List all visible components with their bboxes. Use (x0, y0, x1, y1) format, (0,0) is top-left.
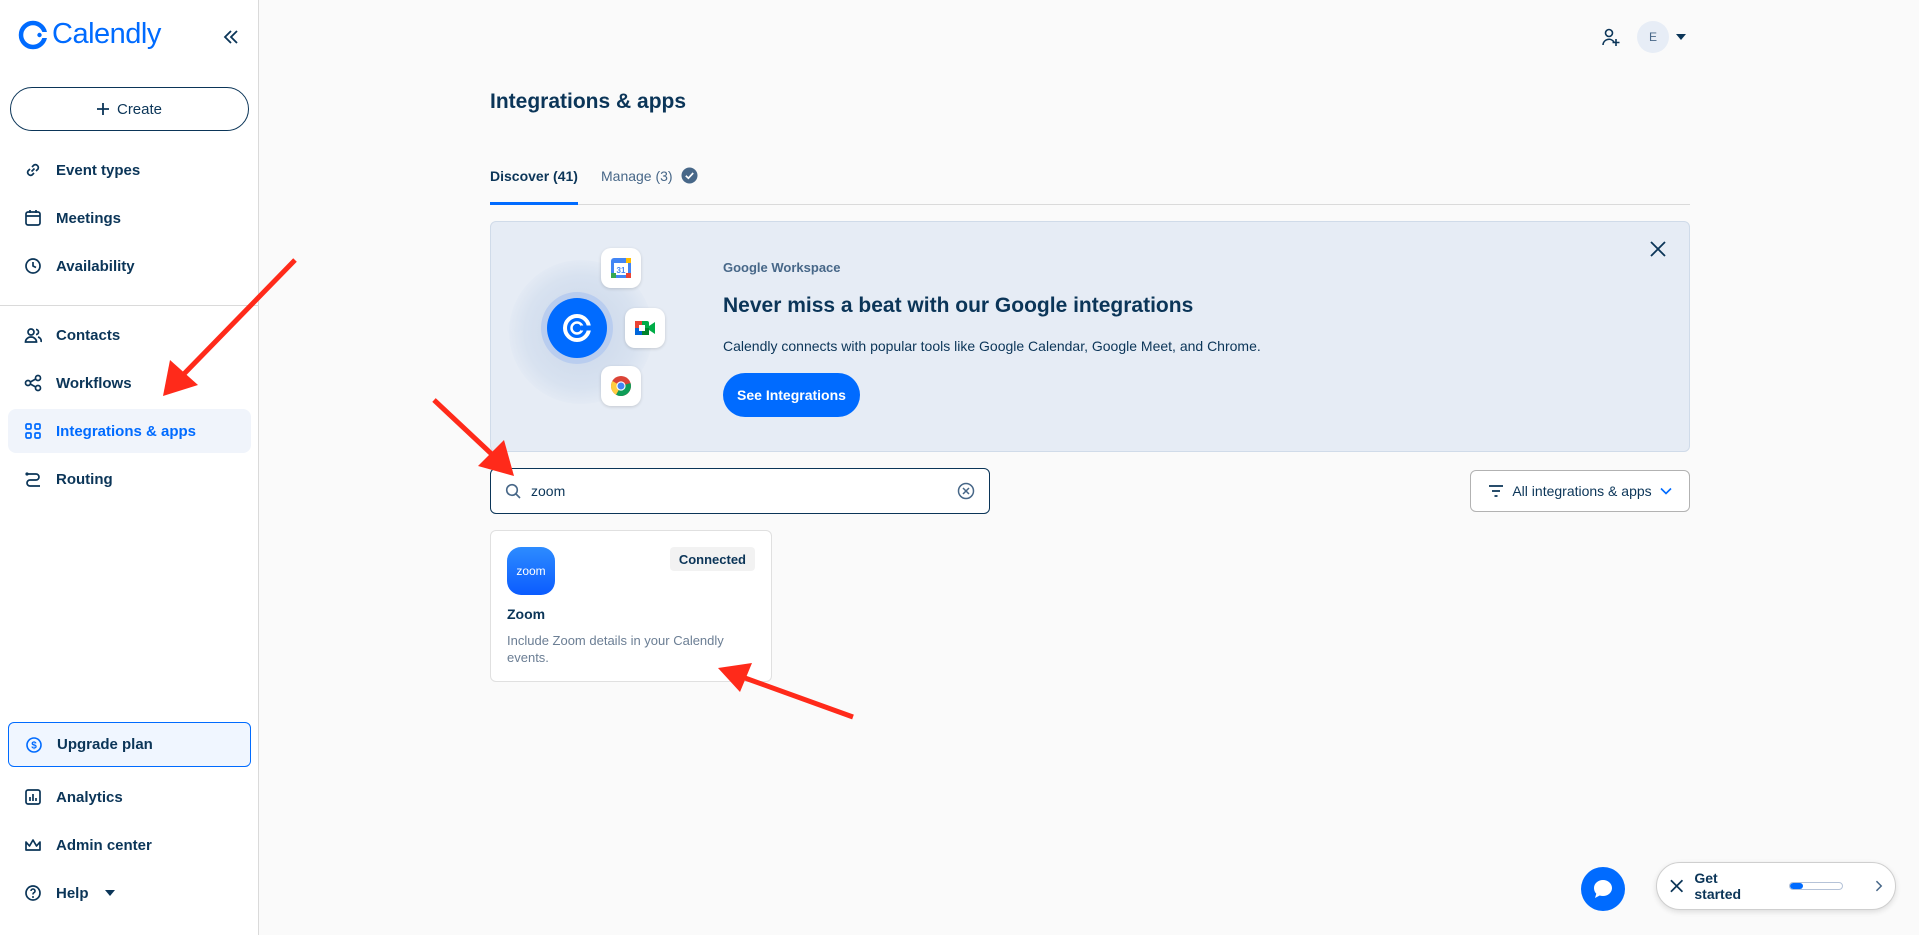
sidebar-item-label: Event types (56, 161, 141, 179)
tab-manage[interactable]: Manage (3) (601, 167, 698, 205)
chart-icon (25, 789, 41, 805)
see-integrations-button[interactable]: See Integrations (723, 373, 860, 417)
integrations-filter-dropdown[interactable]: All integrations & apps (1470, 470, 1690, 512)
close-banner-button[interactable] (1645, 236, 1671, 262)
chrome-icon (601, 366, 641, 406)
search-input[interactable] (531, 483, 947, 499)
banner-eyebrow: Google Workspace (723, 260, 841, 275)
sidebar-item-event-types[interactable]: Event types (8, 148, 251, 192)
calendly-app-icon (547, 298, 607, 358)
chevron-down-icon (1660, 487, 1672, 495)
sidebar: Calendly Create Event types Meetings Ava… (0, 0, 259, 935)
sidebar-item-label: Integrations & apps (56, 422, 197, 440)
upgrade-plan-label: Upgrade plan (57, 736, 153, 753)
integration-description: Include Zoom details in your Calendly ev… (507, 633, 724, 665)
integration-name: Zoom (507, 606, 546, 622)
sidebar-item-integrations[interactable]: Integrations & apps (8, 409, 251, 453)
sidebar-item-label: Workflows (56, 374, 132, 392)
sidebar-item-label: Contacts (56, 326, 121, 344)
sidebar-item-workflows[interactable]: Workflows (8, 361, 251, 405)
contacts-icon (24, 328, 42, 343)
tab-label: Manage (3) (601, 168, 673, 184)
workflow-icon (24, 374, 42, 392)
get-started-label: Get started (1694, 870, 1742, 902)
filter-label: All integrations & apps (1512, 483, 1652, 499)
grid-icon (25, 423, 41, 439)
google-meet-icon (625, 308, 665, 348)
chat-icon (1594, 880, 1612, 898)
close-icon (1650, 241, 1666, 257)
caret-down-icon (104, 890, 115, 896)
banner-description: Calendly connects with popular tools lik… (723, 338, 1261, 354)
google-workspace-banner: 31 Google Workspace Never miss a beat wi… (490, 221, 1690, 452)
calendar-icon-text: 31 (617, 266, 626, 275)
sidebar-item-analytics[interactable]: Analytics (8, 775, 251, 819)
sidebar-item-label: Analytics (56, 788, 123, 806)
google-calendar-icon: 31 (601, 248, 641, 288)
svg-text:$: $ (31, 740, 37, 751)
dollar-icon: $ (26, 736, 42, 753)
search-icon (505, 483, 521, 499)
help-icon (25, 885, 41, 901)
calendar-icon (25, 210, 41, 226)
zoom-logo-icon: zoom (507, 547, 555, 595)
progress-fill (1790, 883, 1804, 889)
integration-card-zoom[interactable]: zoom Connected Zoom Include Zoom details… (490, 530, 772, 682)
sidebar-item-contacts[interactable]: Contacts (8, 313, 251, 357)
search-box (490, 468, 990, 514)
double-chevron-left-icon (223, 30, 238, 44)
get-started-progress-bar (1789, 882, 1844, 890)
sidebar-item-admin-center[interactable]: Admin center (8, 823, 251, 867)
check-circle-icon (681, 167, 698, 184)
tab-discover[interactable]: Discover (41) (490, 168, 578, 205)
sidebar-item-meetings[interactable]: Meetings (8, 196, 251, 240)
sidebar-item-availability[interactable]: Availability (8, 244, 251, 288)
invite-user-button[interactable] (1598, 24, 1624, 50)
tabs: Discover (41) Manage (3) (490, 160, 1690, 205)
sidebar-item-help[interactable]: Help (8, 871, 251, 915)
page-title: Integrations & apps (490, 90, 687, 113)
chevron-right-icon[interactable] (1875, 880, 1883, 892)
filter-icon (1489, 485, 1504, 497)
chat-button[interactable] (1581, 867, 1625, 911)
upgrade-plan-button[interactable]: $ Upgrade plan (8, 722, 251, 767)
calendly-logo-icon (18, 20, 48, 49)
connected-badge: Connected (669, 547, 755, 571)
clear-search-icon[interactable] (957, 482, 975, 500)
tab-label: Discover (41) (490, 168, 578, 184)
avatar[interactable]: E (1637, 21, 1669, 53)
link-icon (26, 163, 40, 177)
get-started-widget[interactable]: Get started (1656, 862, 1896, 910)
clock-icon (25, 258, 41, 274)
crown-icon (25, 839, 41, 851)
sidebar-item-routing[interactable]: Routing (8, 457, 251, 501)
collapse-sidebar-button[interactable] (218, 24, 244, 50)
banner-title: Never miss a beat with our Google integr… (723, 294, 1194, 317)
plus-icon (96, 103, 109, 115)
sidebar-item-label: Admin center (56, 836, 152, 854)
account-menu-caret-icon[interactable] (1676, 34, 1686, 40)
sidebar-item-label: Help (56, 884, 89, 902)
calendly-logo[interactable]: Calendly (18, 18, 161, 51)
close-icon[interactable] (1669, 878, 1684, 894)
brand-name: Calendly (52, 18, 161, 50)
sidebar-item-label: Meetings (56, 209, 122, 227)
create-button-label: Create (116, 100, 163, 118)
sidebar-item-label: Routing (56, 470, 113, 488)
sidebar-item-label: Availability (56, 257, 135, 275)
create-button[interactable]: Create (10, 87, 249, 131)
routing-icon (25, 472, 40, 487)
sidebar-divider (0, 305, 259, 306)
add-user-icon (1602, 28, 1620, 46)
